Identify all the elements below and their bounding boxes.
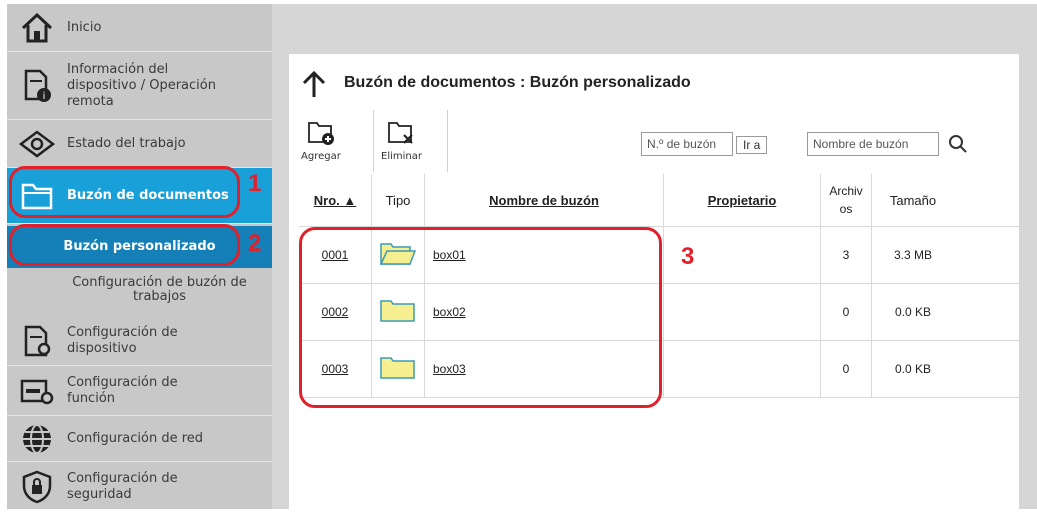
cell-files: 3 — [820, 226, 872, 284]
sidebar-subitem-job-box-settings[interactable]: Configuración de buzón de trabajos — [7, 276, 272, 312]
cell-files: 0 — [820, 283, 872, 341]
go-button[interactable]: Ir a — [736, 136, 768, 154]
callout-number-3: 3 — [681, 243, 695, 270]
content-gutter-right — [1019, 54, 1037, 509]
column-header-size: Tamaño — [871, 174, 954, 227]
sidebar-item-label: Configuración de red — [67, 430, 204, 446]
box-number-input[interactable]: N.º de buzón — [641, 132, 733, 156]
toolbar-divider — [447, 110, 448, 172]
sidebar-item-security-settings[interactable]: Configuración de seguridad — [7, 462, 272, 512]
cell-owner — [663, 340, 821, 398]
sidebar-item-device-info[interactable]: i Información del dispositivo / Operació… — [7, 52, 272, 120]
callout-frame-box-list — [299, 227, 662, 408]
column-header-spacer — [954, 174, 1019, 227]
column-header-owner[interactable]: Propietario — [663, 174, 821, 227]
shield-icon — [17, 467, 57, 507]
sidebar-item-label: Información del dispositivo / Operación … — [67, 61, 216, 109]
page-title: Buzón de documentos : Buzón personalizad… — [344, 74, 691, 91]
cell-files: 0 — [820, 340, 872, 398]
cell-spacer — [954, 340, 1019, 398]
add-label: Agregar — [301, 151, 341, 162]
eye-icon — [17, 124, 57, 164]
toolbar-divider — [373, 110, 374, 172]
add-folder-icon — [307, 122, 335, 149]
home-icon — [17, 8, 57, 48]
search-icon[interactable] — [948, 134, 968, 158]
add-button[interactable]: Agregar — [301, 120, 341, 162]
cell-spacer — [954, 283, 1019, 341]
cell-size: 0.0 KB — [871, 340, 954, 398]
globe-icon — [17, 419, 57, 459]
sidebar-item-label: Configuración de dispositivo — [67, 324, 178, 356]
delete-label: Eliminar — [381, 151, 422, 162]
sidebar-item-network-settings[interactable]: Configuración de red — [7, 416, 272, 462]
device-settings-icon — [17, 321, 57, 361]
device-info-icon: i — [17, 66, 57, 106]
sort-ascending-icon: ▲ — [343, 192, 357, 208]
sidebar-item-label: Configuración de seguridad — [67, 471, 178, 502]
sidebar-item-device-settings[interactable]: Configuración de dispositivo — [7, 316, 272, 366]
sidebar-item-label: Configuración de función — [67, 374, 178, 406]
delete-button[interactable]: Eliminar — [381, 120, 422, 162]
callout-number-1: 1 — [248, 170, 262, 197]
box-name-input[interactable]: Nombre de buzón — [807, 132, 939, 156]
sidebar-item-label: Estado del trabajo — [67, 135, 186, 151]
sidebar-subitem-label: Configuración de buzón de trabajos — [72, 275, 247, 304]
delete-folder-icon — [387, 122, 415, 149]
cell-size: 0.0 KB — [871, 283, 954, 341]
top-bar — [272, 4, 1037, 54]
sidebar-item-home[interactable]: Inicio — [7, 4, 272, 52]
callout-frame-custom-box — [9, 224, 240, 266]
column-header-files: Archivos — [820, 174, 872, 227]
sidebar-item-job-status[interactable]: Estado del trabajo — [7, 120, 272, 168]
function-settings-icon — [17, 371, 57, 411]
cell-size: 3.3 MB — [871, 226, 954, 284]
column-header-number[interactable]: Nro. ▲ — [299, 174, 372, 227]
content-gutter-left — [272, 54, 289, 509]
svg-text:i: i — [43, 91, 46, 102]
callout-frame-document-box — [9, 166, 240, 218]
up-arrow-icon[interactable] — [301, 70, 327, 102]
callout-number-2: 2 — [248, 230, 262, 257]
cell-spacer — [954, 226, 1019, 284]
cell-owner — [663, 283, 821, 341]
column-header-box-name[interactable]: Nombre de buzón — [424, 174, 664, 227]
column-header-type: Tipo — [371, 174, 425, 227]
sidebar-item-function-settings[interactable]: Configuración de función — [7, 366, 272, 416]
sidebar-item-label: Inicio — [67, 19, 102, 35]
table-header-row: Nro. ▲ Tipo Nombre de buzón Propietario … — [299, 174, 1019, 227]
